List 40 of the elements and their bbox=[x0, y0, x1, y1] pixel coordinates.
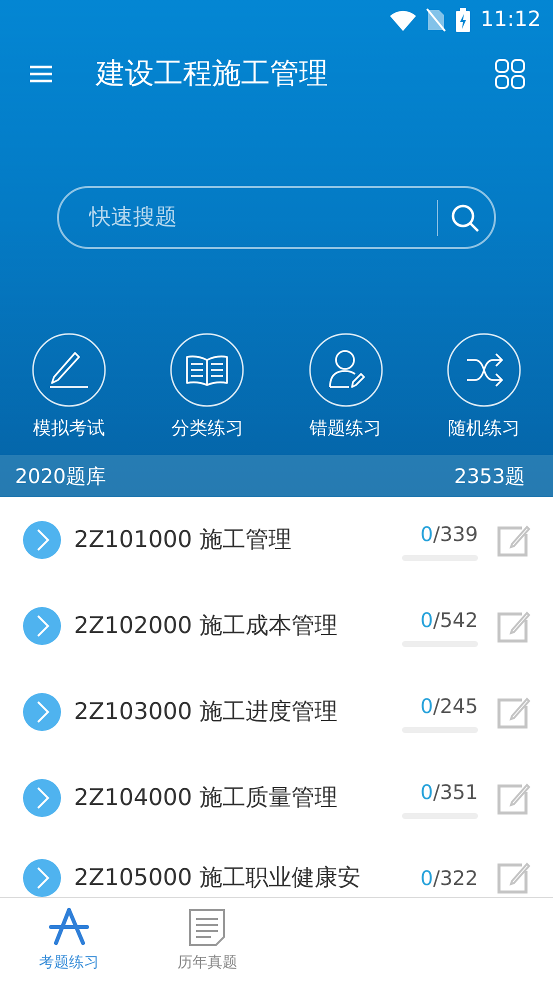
chevron-circle-icon[interactable] bbox=[23, 693, 61, 731]
user-edit-icon bbox=[308, 333, 383, 407]
quick-action-button[interactable]: 随机练习 bbox=[414, 333, 553, 442]
nav-tab[interactable]: 历年真题 bbox=[138, 898, 276, 983]
progress-count: 0/339 bbox=[420, 521, 478, 548]
menu-icon bbox=[28, 64, 54, 84]
grid-icon bbox=[495, 59, 525, 89]
chevron-circle-icon[interactable] bbox=[23, 521, 61, 559]
chapter-title[interactable]: 2Z103000 施工进度管理 bbox=[74, 694, 402, 730]
chapter-title[interactable]: 2Z104000 施工质量管理 bbox=[74, 780, 402, 816]
chevron-circle-icon[interactable] bbox=[23, 859, 61, 897]
quick-action-button[interactable]: 模拟考试 bbox=[0, 333, 138, 442]
chevron-circle-icon[interactable] bbox=[23, 607, 61, 645]
app-title: 建设工程施工管理 bbox=[96, 55, 329, 92]
menu-button[interactable] bbox=[28, 64, 54, 84]
chapter-title[interactable]: 2Z102000 施工成本管理 bbox=[74, 608, 402, 644]
document-icon bbox=[187, 907, 228, 948]
no-sim-icon bbox=[426, 8, 446, 32]
quick-action-button[interactable]: 分类练习 bbox=[138, 333, 276, 442]
progress-count: 0/351 bbox=[420, 779, 478, 806]
grid-menu-button[interactable] bbox=[495, 59, 525, 89]
question-count: 2353题 bbox=[454, 463, 525, 490]
clock: 11:12 bbox=[480, 6, 541, 34]
chevron-circle-icon[interactable] bbox=[23, 779, 61, 817]
shuffle-icon bbox=[446, 333, 521, 407]
compass-tools-icon bbox=[47, 907, 92, 948]
search-icon bbox=[450, 202, 480, 232]
pen-icon bbox=[32, 333, 106, 407]
bank-title: 2020题库 bbox=[15, 463, 106, 490]
chapter-title[interactable]: 2Z105000 施工职业健康安 bbox=[74, 861, 402, 896]
progress-count: 0/245 bbox=[420, 693, 478, 720]
chapter-title[interactable]: 2Z101000 施工管理 bbox=[74, 522, 402, 558]
progress-count: 0/542 bbox=[420, 607, 478, 634]
quick-action-button[interactable]: 错题练习 bbox=[276, 333, 415, 442]
book-icon bbox=[170, 333, 244, 407]
nav-tab[interactable]: 考题练习 bbox=[0, 898, 138, 983]
battery-charging-icon bbox=[456, 8, 470, 32]
wifi-icon bbox=[390, 9, 416, 31]
progress-count: 0/322 bbox=[420, 865, 478, 892]
search-button[interactable] bbox=[450, 202, 480, 232]
